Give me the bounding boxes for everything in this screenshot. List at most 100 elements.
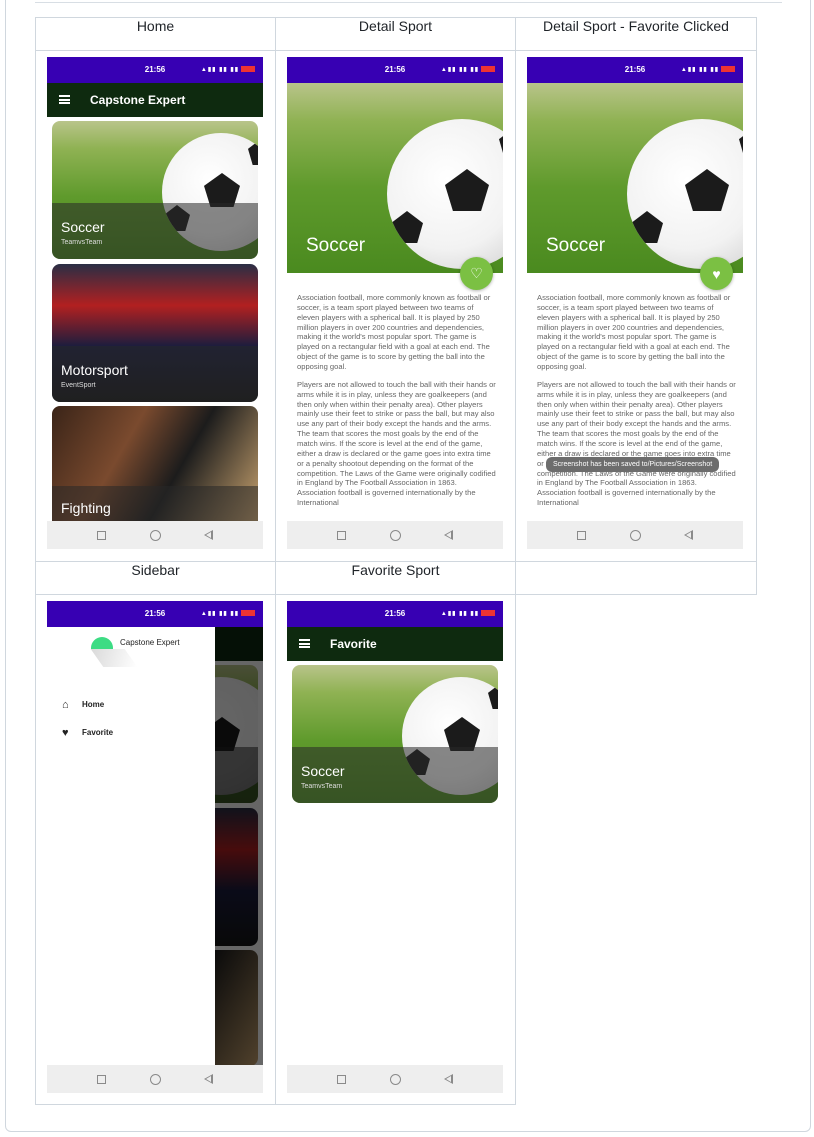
sport-card-soccer[interactable]: Soccer TeamvsTeam bbox=[52, 121, 258, 259]
status-bar: 21:56 ▲▮▮ ▮▮ ▮▮ bbox=[47, 57, 263, 83]
heart-icon: ♥ bbox=[62, 727, 69, 739]
detail-description: Association football, more commonly know… bbox=[297, 293, 497, 516]
card-caption: Fighting bbox=[52, 486, 258, 522]
detail-title: Soccer bbox=[546, 235, 606, 256]
menu-icon[interactable] bbox=[59, 95, 70, 104]
menu-icon[interactable] bbox=[299, 639, 310, 648]
drawer-item-label: Home bbox=[82, 700, 105, 709]
card-title: Fighting bbox=[61, 500, 111, 516]
back-button[interactable] bbox=[444, 530, 453, 540]
recents-button[interactable] bbox=[97, 531, 106, 540]
status-bar: 21:56 ▲▮▮ ▮▮ ▮▮ bbox=[287, 57, 503, 83]
home-button[interactable] bbox=[390, 1074, 401, 1085]
drawer-item-label: Favorite bbox=[82, 728, 114, 737]
detail-hero-image: Soccer bbox=[527, 83, 743, 273]
card-caption: Motorsport EventSport bbox=[52, 346, 258, 402]
battery-icon bbox=[241, 610, 255, 617]
signal-icons: ▲▮▮ ▮▮ ▮▮ bbox=[441, 610, 495, 617]
android-logo-icon bbox=[91, 637, 113, 649]
recents-button[interactable] bbox=[337, 1075, 346, 1084]
card-subtitle: TeamvsTeam bbox=[301, 783, 343, 790]
battery-icon bbox=[481, 610, 495, 617]
drawer-item-favorite[interactable]: ♥ Favorite bbox=[62, 727, 113, 739]
column-header-detail: Detail Sport bbox=[275, 17, 516, 51]
cell-sidebar: 21:56 ▲▮▮ ▮▮ ▮▮ Capstone Expert ⌂ Home ♥… bbox=[35, 594, 276, 1105]
home-button[interactable] bbox=[630, 530, 641, 541]
column-header-detail-favorite: Detail Sport - Favorite Clicked bbox=[515, 17, 757, 51]
card-title: Motorsport bbox=[61, 362, 128, 378]
phone-home: 21:56 ▲▮▮ ▮▮ ▮▮ Capstone Expert Soccer T… bbox=[47, 57, 263, 549]
heart-filled-icon: ♥ bbox=[712, 265, 721, 282]
description-paragraph: Association football, more commonly know… bbox=[297, 293, 491, 372]
app-title: Favorite bbox=[330, 637, 377, 651]
status-bar: 21:56 ▲▮▮ ▮▮ ▮▮ bbox=[47, 601, 263, 627]
system-nav-bar bbox=[287, 521, 503, 549]
recents-button[interactable] bbox=[97, 1075, 106, 1084]
back-button[interactable] bbox=[684, 530, 693, 540]
column-header-home: Home bbox=[35, 17, 276, 51]
back-button[interactable] bbox=[204, 530, 213, 540]
card-caption: Soccer TeamvsTeam bbox=[292, 747, 498, 803]
back-button[interactable] bbox=[204, 1074, 213, 1084]
sport-card-motorsport[interactable]: Motorsport EventSport bbox=[52, 264, 258, 402]
phone-detail: 21:56 ▲▮▮ ▮▮ ▮▮ Soccer ♡ Association foo… bbox=[287, 57, 503, 549]
empty-cell bbox=[516, 595, 757, 1105]
card-subtitle: EventSport bbox=[61, 382, 96, 389]
description-paragraph: Association football, more commonly know… bbox=[537, 293, 731, 372]
back-button[interactable] bbox=[444, 1074, 453, 1084]
status-bar: 21:56 ▲▮▮ ▮▮ ▮▮ bbox=[287, 601, 503, 627]
detail-description: Association football, more commonly know… bbox=[537, 293, 737, 516]
card-subtitle: TeamvsTeam bbox=[61, 239, 103, 246]
favorite-button[interactable]: ♡ bbox=[460, 257, 493, 290]
battery-icon bbox=[481, 66, 495, 73]
system-nav-bar bbox=[527, 521, 743, 549]
favorite-button[interactable]: ♥ bbox=[700, 257, 733, 290]
system-nav-bar bbox=[287, 1065, 503, 1093]
toast-message: Screenshot has been saved to/Pictures/Sc… bbox=[546, 457, 720, 472]
app-title: Capstone Expert bbox=[90, 93, 186, 107]
screenshot-table: Home Detail Sport Detail Sport - Favorit… bbox=[35, 17, 757, 1105]
home-button[interactable] bbox=[150, 530, 161, 541]
cell-detail-favorite: 21:56 ▲▮▮ ▮▮ ▮▮ Soccer ♥ Association foo… bbox=[515, 50, 757, 562]
detail-title: Soccer bbox=[306, 235, 366, 256]
drawer-brand: Capstone Expert bbox=[120, 638, 180, 647]
column-header-sidebar: Sidebar bbox=[35, 561, 276, 595]
signal-icons: ▲▮▮ ▮▮ ▮▮ bbox=[681, 66, 735, 73]
divider bbox=[35, 2, 782, 3]
heart-outline-icon: ♡ bbox=[470, 265, 483, 281]
system-nav-bar bbox=[47, 1065, 263, 1093]
recents-button[interactable] bbox=[337, 531, 346, 540]
favorite-card-soccer[interactable]: Soccer TeamvsTeam bbox=[292, 665, 498, 803]
soccer-ball-image bbox=[627, 119, 743, 269]
empty-header bbox=[515, 561, 757, 595]
app-bar: Favorite bbox=[287, 627, 503, 661]
battery-icon bbox=[241, 66, 255, 73]
status-bar: 21:56 ▲▮▮ ▮▮ ▮▮ bbox=[527, 57, 743, 83]
phone-detail-favorite: 21:56 ▲▮▮ ▮▮ ▮▮ Soccer ♥ Association foo… bbox=[527, 57, 743, 549]
home-button[interactable] bbox=[390, 530, 401, 541]
signal-icons: ▲▮▮ ▮▮ ▮▮ bbox=[441, 66, 495, 73]
cell-detail: 21:56 ▲▮▮ ▮▮ ▮▮ Soccer ♡ Association foo… bbox=[275, 50, 516, 562]
home-icon: ⌂ bbox=[62, 699, 69, 711]
drawer-item-home[interactable]: ⌂ Home bbox=[62, 699, 104, 711]
detail-hero-image: Soccer bbox=[287, 83, 503, 273]
description-paragraph: Players are not allowed to touch the bal… bbox=[297, 379, 496, 508]
recents-button[interactable] bbox=[577, 531, 586, 540]
sport-card-fighting[interactable]: Fighting bbox=[52, 406, 258, 522]
home-button[interactable] bbox=[150, 1074, 161, 1085]
cell-favorite: 21:56 ▲▮▮ ▮▮ ▮▮ Favorite Soccer TeamvsTe… bbox=[275, 594, 516, 1105]
battery-icon bbox=[721, 66, 735, 73]
signal-icons: ▲▮▮ ▮▮ ▮▮ bbox=[201, 66, 255, 73]
card-caption: Soccer TeamvsTeam bbox=[52, 203, 258, 259]
soccer-ball-image bbox=[387, 119, 503, 269]
card-title: Soccer bbox=[301, 763, 345, 779]
system-nav-bar bbox=[47, 521, 263, 549]
description-paragraph: Players are not allowed to touch the bal… bbox=[537, 379, 736, 508]
card-title: Soccer bbox=[61, 219, 105, 235]
phone-sidebar: 21:56 ▲▮▮ ▮▮ ▮▮ Capstone Expert ⌂ Home ♥… bbox=[47, 601, 263, 1093]
app-bar: Capstone Expert bbox=[47, 83, 263, 117]
column-header-favorite: Favorite Sport bbox=[275, 561, 516, 595]
phone-favorite: 21:56 ▲▮▮ ▮▮ ▮▮ Favorite Soccer TeamvsTe… bbox=[287, 601, 503, 1093]
navigation-drawer: Capstone Expert ⌂ Home ♥ Favorite bbox=[47, 627, 215, 1065]
signal-icons: ▲▮▮ ▮▮ ▮▮ bbox=[201, 610, 255, 617]
